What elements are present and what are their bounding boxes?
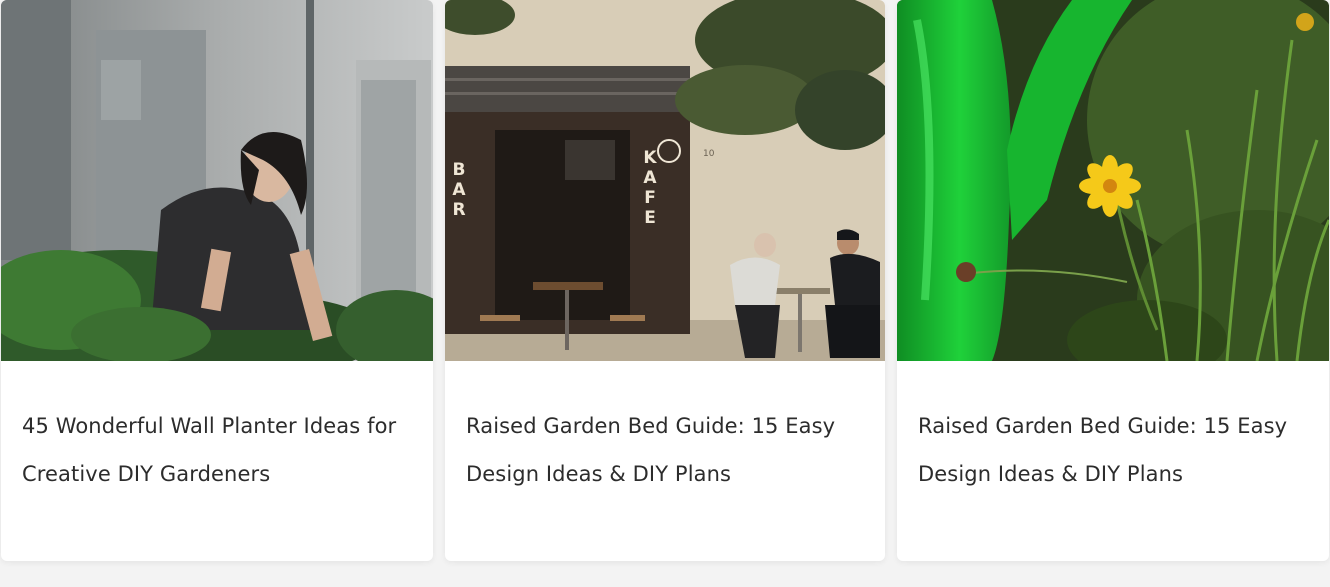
article-thumbnail[interactable] <box>1 0 433 361</box>
cafe-storefront-photo: BAR KAFE 10 <box>445 0 885 361</box>
article-thumbnail[interactable] <box>897 0 1329 361</box>
article-card[interactable]: 45 Wonderful Wall Planter Ideas for Crea… <box>1 0 433 561</box>
kafe-sign-text: KAFE <box>640 148 660 228</box>
article-title[interactable]: 45 Wonderful Wall Planter Ideas for Crea… <box>22 402 415 498</box>
watering-can-flower-photo <box>897 0 1329 361</box>
article-thumbnail[interactable]: BAR KAFE 10 <box>445 0 885 361</box>
article-card[interactable]: BAR KAFE 10 Raised Garden Bed Guide: 15 … <box>445 0 885 561</box>
bar-sign-text: BAR <box>449 160 469 220</box>
article-title[interactable]: Raised Garden Bed Guide: 15 Easy Design … <box>466 402 867 498</box>
woman-gardening-photo <box>1 0 433 361</box>
door-number-text: 10 <box>703 149 715 159</box>
article-card[interactable]: Raised Garden Bed Guide: 15 Easy Design … <box>897 0 1329 561</box>
article-title[interactable]: Raised Garden Bed Guide: 15 Easy Design … <box>918 402 1311 498</box>
